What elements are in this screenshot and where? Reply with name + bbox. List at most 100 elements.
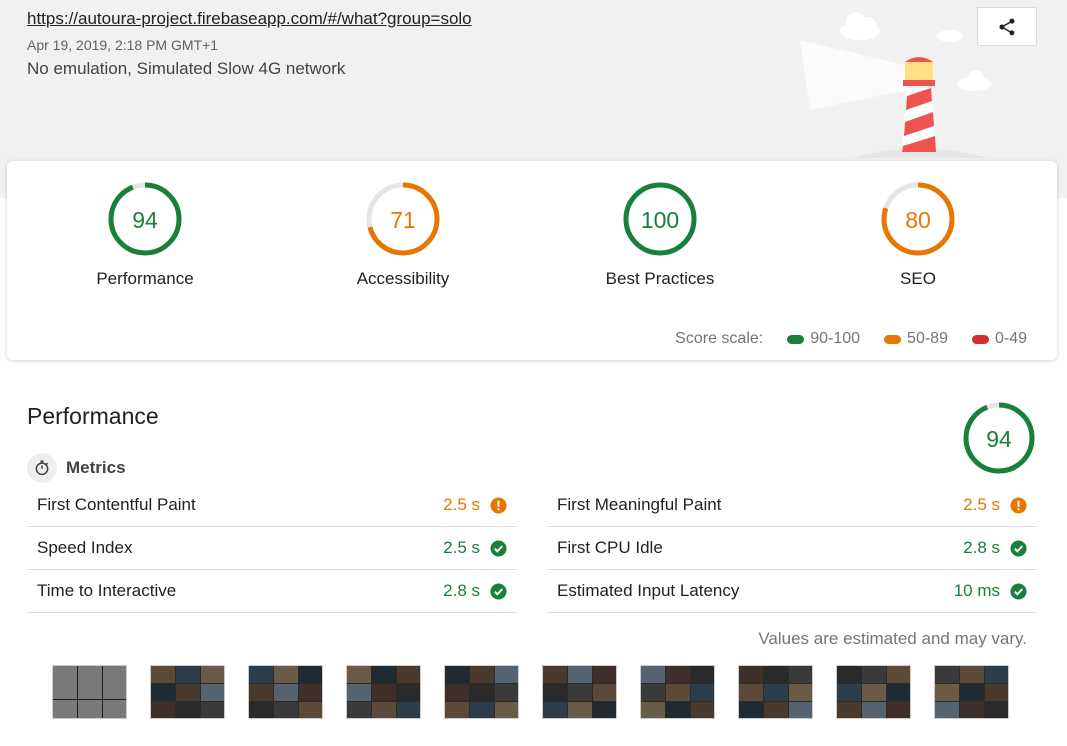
frame-thumbnail-tile [495,666,518,683]
metric-name: First CPU Idle [557,538,663,557]
pass-pill [787,334,805,344]
scale-average: 50-89 [884,330,948,348]
frame-thumbnail-tile [347,666,371,683]
metrics-right-column: First Meaningful Paint 2.5 s First CPU I… [547,484,1037,613]
filmstrip-frame-blank[interactable] [52,665,127,719]
frame-thumbnail-tile [249,684,273,701]
report-date: Apr 19, 2019, 2:18 PM GMT+1 [27,37,219,53]
gauge-score: 94 [132,207,158,233]
metrics-header[interactable]: Metrics [27,453,126,483]
frame-thumbnail-tile [176,666,200,683]
frame-thumbnail-tile [347,684,371,701]
frame-thumbnail-tile [985,666,1008,683]
gauge-label: Accessibility [356,269,450,288]
filmstrip-frame[interactable] [542,665,617,719]
frame-thumbnail-tile [789,666,812,683]
report-url-link[interactable]: https://autoura-project.firebaseapp.com/… [27,9,472,29]
check-circle-icon [1010,582,1027,600]
frame-thumbnail-tile [887,702,910,718]
frame-thumbnail-tile [568,684,592,701]
filmstrip-frame[interactable] [934,665,1009,719]
metric-value: 2.5 s [443,538,480,557]
metric-name: Estimated Input Latency [557,581,740,600]
scores-summary-card: 94 Performance 71 Accessibility 100 Best… [7,161,1057,360]
filmstrip-frame[interactable] [248,665,323,719]
frame-thumbnail-tile [495,684,518,701]
frame-thumbnail-tile [739,666,763,683]
seo-gauge[interactable]: 80 SEO [828,181,1008,289]
frame-thumbnail-tile [887,666,910,683]
frame-thumbnail-tile [249,666,273,683]
report-environment: No emulation, Simulated Slow 4G network [27,59,346,78]
frame-thumbnail-tile [862,702,886,718]
filmstrip-frame[interactable] [836,665,911,719]
frame-thumbnail-tile [887,684,910,701]
frame-thumbnail-tile [347,702,371,718]
frame-thumbnail-tile [960,702,984,718]
frame-thumbnail-tile [274,666,298,683]
metric-value: 2.8 s [443,581,480,600]
performance-section-title: Performance [27,403,159,429]
frame-thumbnail-tile [593,666,616,683]
filmstrip [52,665,1022,719]
scale-range: 90-100 [810,330,861,347]
metric-row[interactable]: Time to Interactive 2.8 s [27,570,517,613]
metric-name: First Meaningful Paint [557,495,722,514]
frame-thumbnail-tile [764,702,788,718]
check-circle-icon [490,582,507,600]
frame-thumbnail-tile [543,666,567,683]
frame-thumbnail-tile [666,666,690,683]
gauge-label: Best Practices [605,269,715,288]
accessibility-gauge[interactable]: 71 Accessibility [313,181,493,289]
frame-thumbnail-tile [764,684,788,701]
frame-thumbnail-tile [691,666,714,683]
frame-thumbnail-tile [789,702,812,718]
frame-thumbnail-tile [837,666,861,683]
frame-thumbnail-tile [176,702,200,718]
metric-value: 2.5 s [443,495,480,514]
gauge-label: Performance [96,269,194,288]
frame-thumbnail-tile [543,684,567,701]
filmstrip-frame[interactable] [444,665,519,719]
metric-name: Speed Index [37,538,133,557]
info-circle-icon [1010,496,1027,514]
gauge-score: 100 [640,207,680,233]
performance-section-score: 94 [986,426,1012,452]
frame-thumbnail-tile [935,666,959,683]
frame-thumbnail-tile [739,702,763,718]
metric-row[interactable]: Speed Index 2.5 s [27,527,517,570]
performance-section-gauge[interactable]: 94 [962,401,1036,475]
metric-row[interactable]: First Contentful Paint 2.5 s [27,484,517,527]
scale-pass: 90-100 [787,330,860,348]
frame-thumbnail-tile [960,666,984,683]
stopwatch-icon [27,453,57,483]
filmstrip-frame[interactable] [738,665,813,719]
check-circle-icon [490,539,507,557]
check-circle-icon [1010,539,1027,557]
frame-thumbnail-tile [862,666,886,683]
filmstrip-frame[interactable] [640,665,715,719]
metric-row[interactable]: Estimated Input Latency 10 ms [547,570,1037,613]
metric-row[interactable]: First CPU Idle 2.8 s [547,527,1037,570]
frame-thumbnail-tile [372,702,396,718]
frame-thumbnail-tile [372,684,396,701]
frame-thumbnail-tile [666,702,690,718]
metric-row[interactable]: First Meaningful Paint 2.5 s [547,484,1037,527]
score-scale-legend: Score scale: 90-100 50-89 0-49 [675,330,1027,348]
gauge-score: 71 [390,207,416,233]
filmstrip-frame[interactable] [150,665,225,719]
performance-gauge[interactable]: 94 Performance [55,181,235,289]
frame-thumbnail-tile [201,666,224,683]
frame-thumbnail-tile [201,684,224,701]
best-practices-gauge[interactable]: 100 Best Practices [570,181,750,289]
info-circle-icon [490,496,507,514]
frame-thumbnail-tile [691,684,714,701]
filmstrip-frame[interactable] [346,665,421,719]
frame-thumbnail-tile [593,684,616,701]
gauge-label: SEO [900,269,936,288]
frame-thumbnail-tile [274,684,298,701]
frame-thumbnail-tile [470,702,494,718]
frame-thumbnail-tile [445,666,469,683]
frame-thumbnail-tile [470,666,494,683]
metric-value: 2.8 s [963,538,1000,557]
